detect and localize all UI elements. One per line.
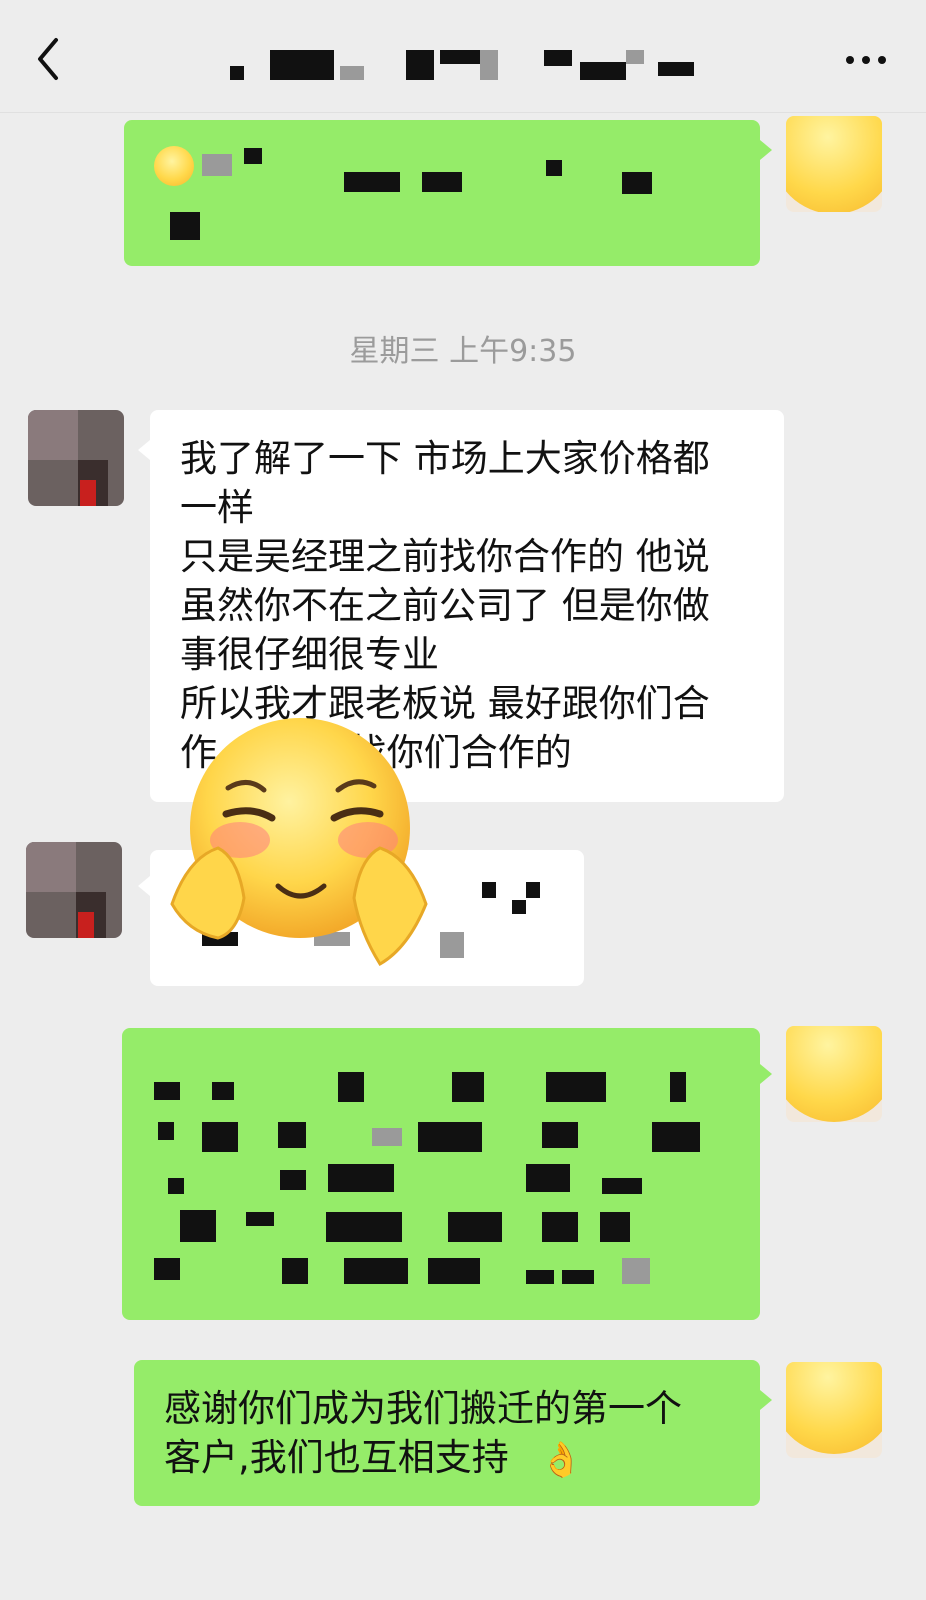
chat-title-pixelated: [230, 40, 710, 86]
smiley-avatar-icon: [786, 1026, 882, 1122]
message-bubble-sent[interactable]: [122, 1028, 760, 1320]
avatar-contact[interactable]: [28, 410, 124, 506]
avatar-self[interactable]: [786, 1026, 882, 1122]
bubble-tail: [138, 440, 150, 460]
avatar-self[interactable]: [786, 1362, 882, 1458]
avatar-self[interactable]: [786, 116, 882, 212]
message-bubble-sent[interactable]: [124, 120, 760, 266]
emoji-icon: [154, 146, 194, 186]
chat-header: [0, 0, 926, 113]
ok-hand-emoji-icon: 👌: [540, 1440, 583, 1480]
message-bubble-sent[interactable]: 感谢你们成为我们搬迁的第一个 客户,我们也互相支持 👌: [134, 1360, 760, 1506]
message-text: 感谢你们成为我们搬迁的第一个 客户,我们也互相支持: [164, 1387, 682, 1479]
smiley-avatar-icon: [786, 1362, 882, 1454]
bubble-tail: [760, 1064, 772, 1084]
shy-emoji-sticker-icon: [170, 718, 428, 967]
chevron-left-icon[interactable]: [30, 34, 70, 84]
smiley-avatar-icon: [786, 116, 882, 212]
timestamp: 星期三 上午9:35: [349, 334, 577, 369]
more-dots-icon[interactable]: [836, 40, 896, 80]
avatar-contact[interactable]: [26, 842, 122, 938]
bubble-tail: [760, 140, 772, 160]
bubble-tail: [138, 876, 150, 896]
bubble-tail: [760, 1390, 772, 1410]
